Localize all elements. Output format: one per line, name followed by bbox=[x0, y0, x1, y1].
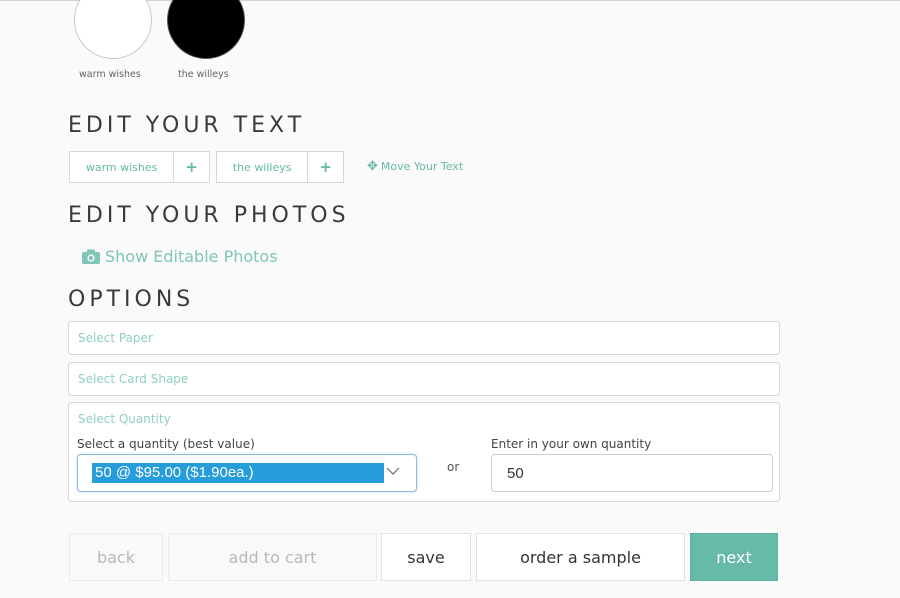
add-icon[interactable]: + bbox=[307, 152, 343, 182]
quantity-select[interactable]: 50 @ $95.00 ($1.90ea.) bbox=[77, 454, 417, 492]
text-chip-label[interactable]: warm wishes bbox=[70, 152, 173, 182]
select-quantity-title: Select Quantity bbox=[78, 412, 171, 426]
camera-icon bbox=[82, 249, 100, 264]
add-icon[interactable]: + bbox=[173, 152, 209, 182]
own-quantity-input[interactable] bbox=[491, 454, 773, 492]
color-swatch-warm-wishes[interactable] bbox=[74, 0, 152, 59]
quantity-select-label: Select a quantity (best value) bbox=[77, 437, 255, 451]
options-heading: OPTIONS bbox=[68, 287, 195, 312]
save-button[interactable]: save bbox=[381, 533, 471, 581]
order-sample-button[interactable]: order a sample bbox=[476, 533, 685, 581]
edit-photos-heading: EDIT YOUR PHOTOS bbox=[68, 203, 350, 228]
chevron-down-icon bbox=[386, 467, 400, 475]
text-chip-warm-wishes: warm wishes + bbox=[69, 151, 210, 183]
or-text: or bbox=[447, 460, 460, 474]
text-chip-the-willeys: the willeys + bbox=[216, 151, 344, 183]
show-editable-photos-label: Show Editable Photos bbox=[105, 247, 278, 266]
swatch-label: warm wishes bbox=[79, 69, 141, 80]
add-to-cart-button[interactable]: add to cart bbox=[168, 533, 377, 581]
text-chip-label[interactable]: the willeys bbox=[217, 152, 307, 182]
select-paper-dropdown[interactable]: Select Paper bbox=[68, 321, 780, 355]
select-paper-label: Select Paper bbox=[78, 331, 153, 345]
select-card-shape-label: Select Card Shape bbox=[78, 372, 189, 386]
own-quantity-label: Enter in your own quantity bbox=[491, 437, 652, 451]
color-swatch-the-willeys[interactable] bbox=[167, 0, 245, 59]
select-quantity-panel: Select Quantity Select a quantity (best … bbox=[68, 402, 780, 502]
select-card-shape-dropdown[interactable]: Select Card Shape bbox=[68, 362, 780, 396]
swatch-label: the willeys bbox=[178, 69, 229, 80]
move-text-label: Move Your Text bbox=[380, 160, 464, 173]
back-button[interactable]: back bbox=[69, 533, 163, 581]
quantity-selected-value: 50 @ $95.00 ($1.90ea.) bbox=[92, 463, 384, 483]
move-text-link[interactable]: ✥ Move Your Text bbox=[367, 159, 463, 174]
move-icon: ✥ bbox=[367, 159, 378, 174]
show-editable-photos-link[interactable]: Show Editable Photos bbox=[82, 247, 278, 266]
next-button[interactable]: next bbox=[690, 533, 778, 581]
edit-text-heading: EDIT YOUR TEXT bbox=[68, 113, 306, 138]
